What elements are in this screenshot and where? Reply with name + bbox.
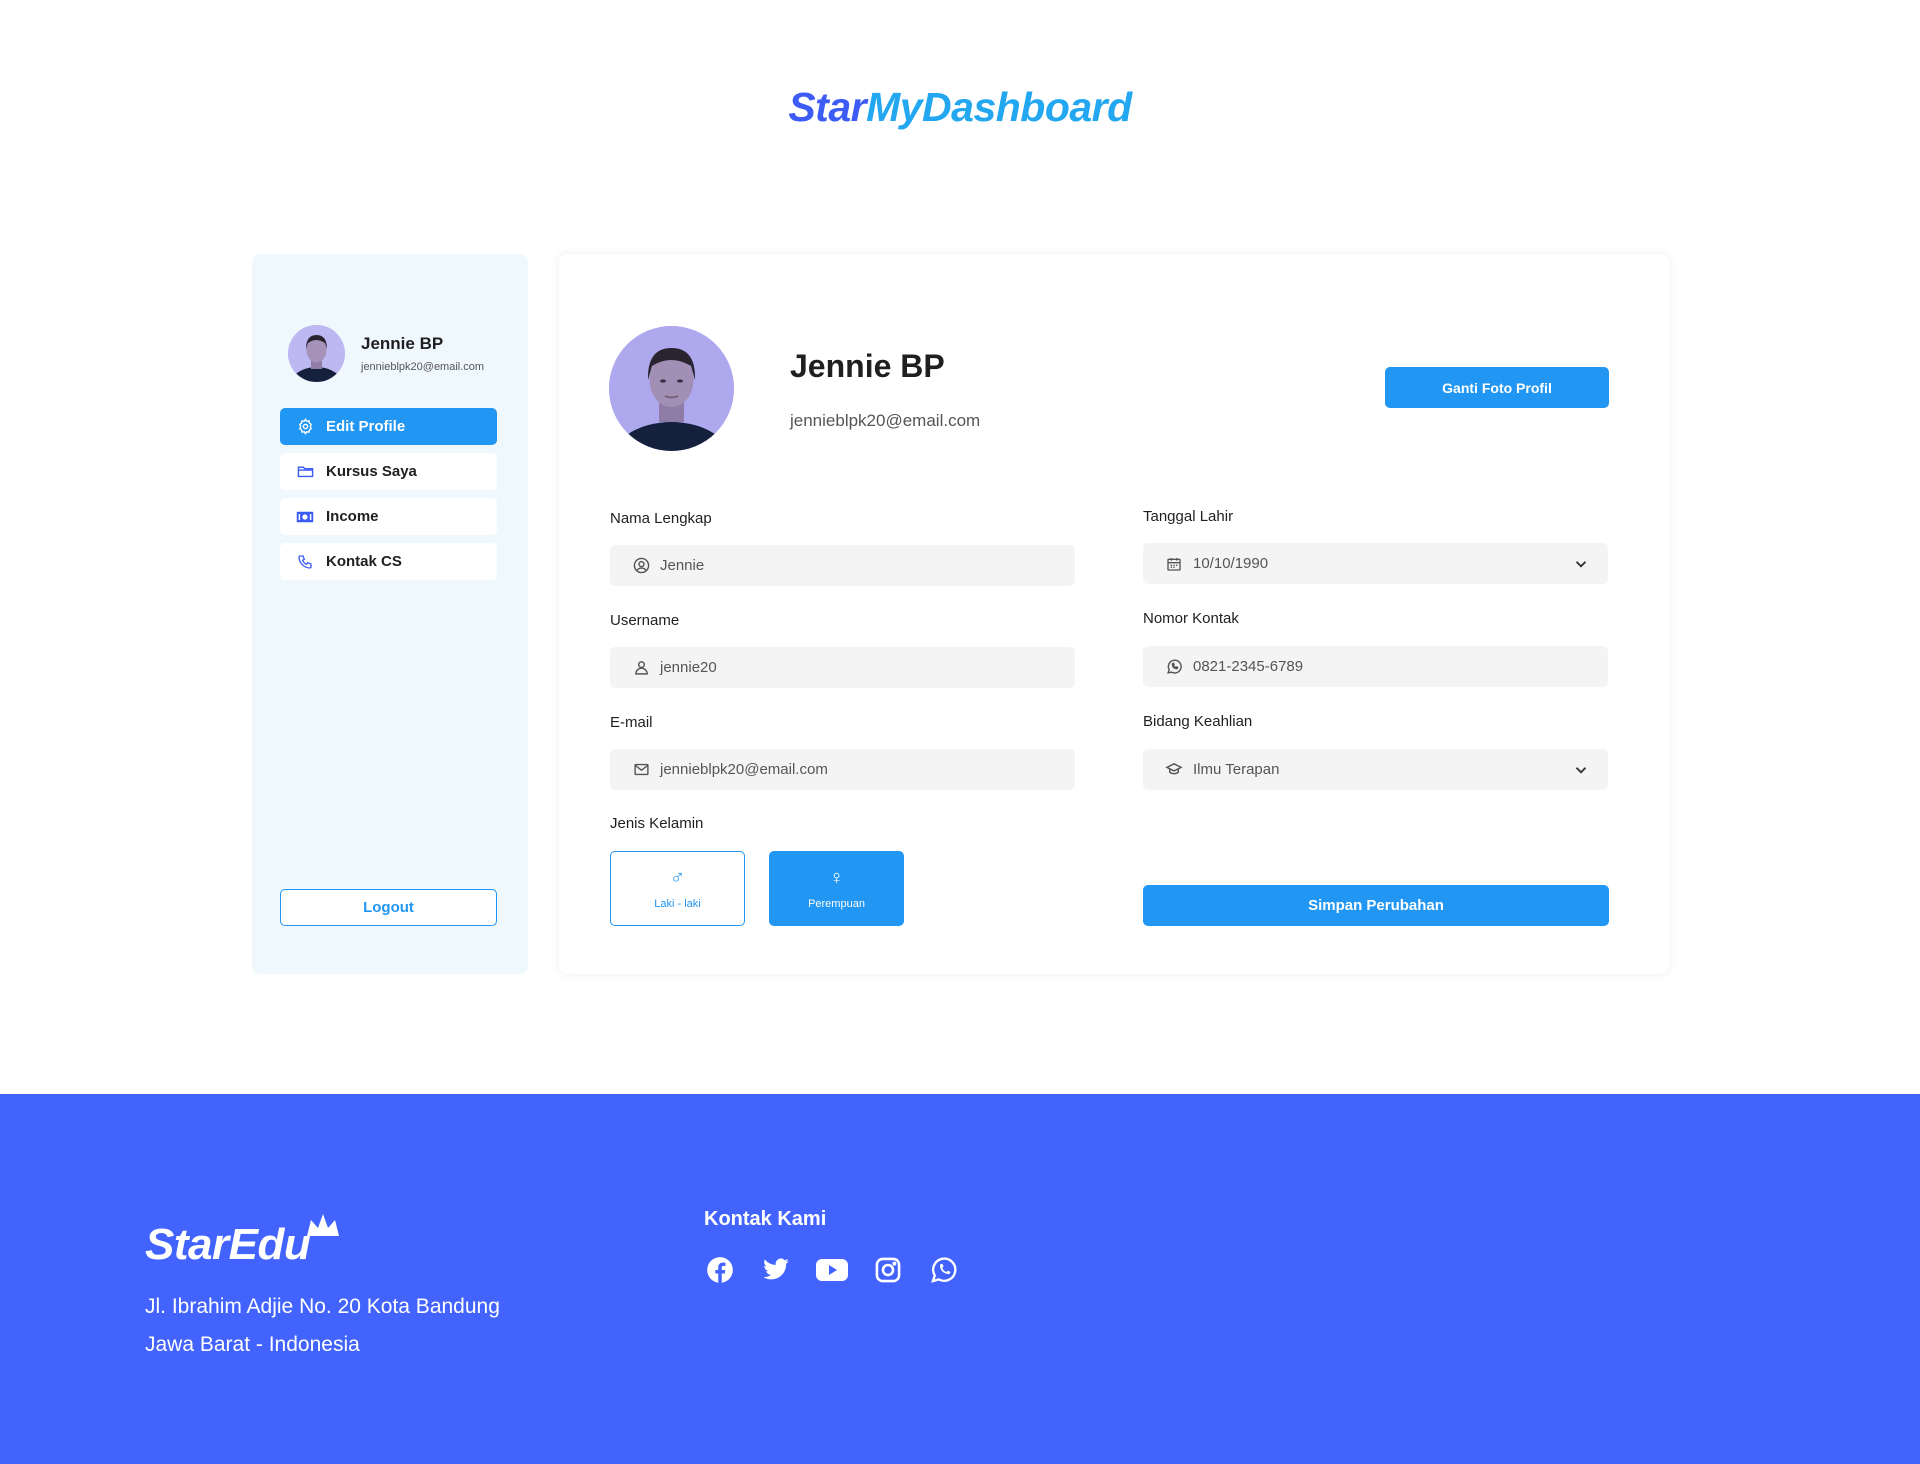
sidebar-item-label: Income [326, 508, 379, 525]
full-name-field[interactable]: Jennie [610, 545, 1075, 586]
phone-field[interactable]: 0821-2345-6789 [1143, 646, 1608, 687]
folder-icon [296, 463, 314, 481]
whatsapp-icon[interactable] [928, 1254, 960, 1286]
gender-label: Jenis Kelamin [610, 815, 704, 832]
phone-value: 0821-2345-6789 [1193, 658, 1304, 675]
logo-dashboard-text: MyDashboard [866, 84, 1132, 130]
expertise-value: Ilmu Terapan [1193, 761, 1280, 778]
sidebar-item-kontak-cs[interactable]: Kontak CS [280, 543, 497, 580]
footer-address: Jl. Ibrahim Adjie No. 20 Kota Bandung Ja… [145, 1288, 500, 1364]
email-value: jennieblpk20@email.com [660, 761, 828, 778]
chevron-down-icon [1575, 561, 1587, 568]
birth-date-value: 10/10/1990 [1193, 555, 1269, 572]
sidebar-item-label: Kursus Saya [326, 463, 417, 480]
username-field[interactable]: jennie20 [610, 647, 1075, 688]
sidebar-item-label: Kontak CS [326, 553, 402, 570]
sidebar-item-income[interactable]: Income [280, 498, 497, 535]
social-links [704, 1254, 984, 1286]
username-value: jennie20 [660, 659, 717, 676]
gender-female-option[interactable]: ♀ Perempuan [769, 851, 904, 926]
user-circle-icon [632, 557, 650, 575]
youtube-icon[interactable] [816, 1254, 848, 1286]
phone-icon [296, 553, 314, 571]
gear-icon [296, 418, 314, 436]
profile-name: Jennie BP [790, 348, 945, 384]
user-icon [632, 659, 650, 677]
contact-title: Kontak Kami [704, 1208, 827, 1230]
sidebar-user: Jennie BP jennieblpk20@email.com [288, 325, 484, 382]
graduation-cap-icon [1165, 761, 1183, 779]
avatar [288, 325, 345, 382]
address-line-1: Jl. Ibrahim Adjie No. 20 Kota Bandung [145, 1295, 500, 1318]
male-icon: ♂ [670, 866, 685, 889]
sidebar-item-label: Edit Profile [326, 418, 406, 435]
sidebar-item-kursus-saya[interactable]: Kursus Saya [280, 453, 497, 490]
phone-label: Nomor Kontak [1143, 610, 1239, 627]
sidebar: Jennie BP jennieblpk20@email.com Edit Pr… [252, 254, 528, 974]
logo-star-text: Star [788, 84, 867, 130]
profile-photo [609, 326, 734, 451]
money-icon [296, 508, 314, 526]
instagram-icon[interactable] [872, 1254, 904, 1286]
twitter-icon[interactable] [760, 1254, 792, 1286]
footer: StarEdu Jl. Ibrahim Adjie No. 20 Kota Ba… [0, 1094, 1920, 1464]
save-changes-button[interactable]: Simpan Perubahan [1143, 885, 1609, 926]
address-line-2: Jawa Barat - Indonesia [145, 1333, 360, 1356]
birth-date-label: Tanggal Lahir [1143, 508, 1234, 525]
whatsapp-icon [1165, 658, 1183, 676]
profile-email: jennieblpk20@email.com [790, 411, 981, 430]
expertise-select[interactable]: Ilmu Terapan [1143, 749, 1608, 790]
profile-avatar [609, 326, 734, 451]
sidebar-user-name: Jennie BP [361, 334, 444, 353]
avatar-image [288, 325, 345, 382]
full-name-label: Nama Lengkap [610, 510, 712, 527]
sidebar-menu: Edit Profile Kursus Saya Income Kontak C… [280, 408, 497, 588]
change-photo-button[interactable]: Ganti Foto Profil [1385, 367, 1609, 408]
facebook-icon[interactable] [704, 1254, 736, 1286]
email-label: E-mail [610, 714, 653, 731]
female-icon: ♀ [829, 866, 844, 889]
mail-icon [632, 761, 650, 779]
sidebar-item-edit-profile[interactable]: Edit Profile [280, 408, 497, 445]
footer-logo: StarEdu [145, 1214, 345, 1274]
birth-date-select[interactable]: 10/10/1990 [1143, 543, 1608, 584]
dashboard-logo: StarMyDashboard [0, 84, 1920, 131]
logout-button[interactable]: Logout [280, 889, 497, 926]
profile-card: Jennie BP jennieblpk20@email.com Ganti F… [559, 254, 1669, 974]
calendar-icon [1165, 555, 1183, 573]
gender-female-label: Perempuan [808, 897, 865, 910]
chevron-down-icon [1575, 767, 1587, 774]
crown-icon [307, 1214, 339, 1236]
email-field[interactable]: jennieblpk20@email.com [610, 749, 1075, 790]
full-name-value: Jennie [660, 557, 705, 574]
gender-male-option[interactable]: ♂ Laki - laki [610, 851, 745, 926]
gender-male-label: Laki - laki [654, 897, 701, 910]
sidebar-user-email: jennieblpk20@email.com [361, 361, 485, 373]
footer-logo-text: StarEdu [145, 1220, 311, 1269]
username-label: Username [610, 612, 680, 629]
expertise-label: Bidang Keahlian [1143, 713, 1253, 730]
